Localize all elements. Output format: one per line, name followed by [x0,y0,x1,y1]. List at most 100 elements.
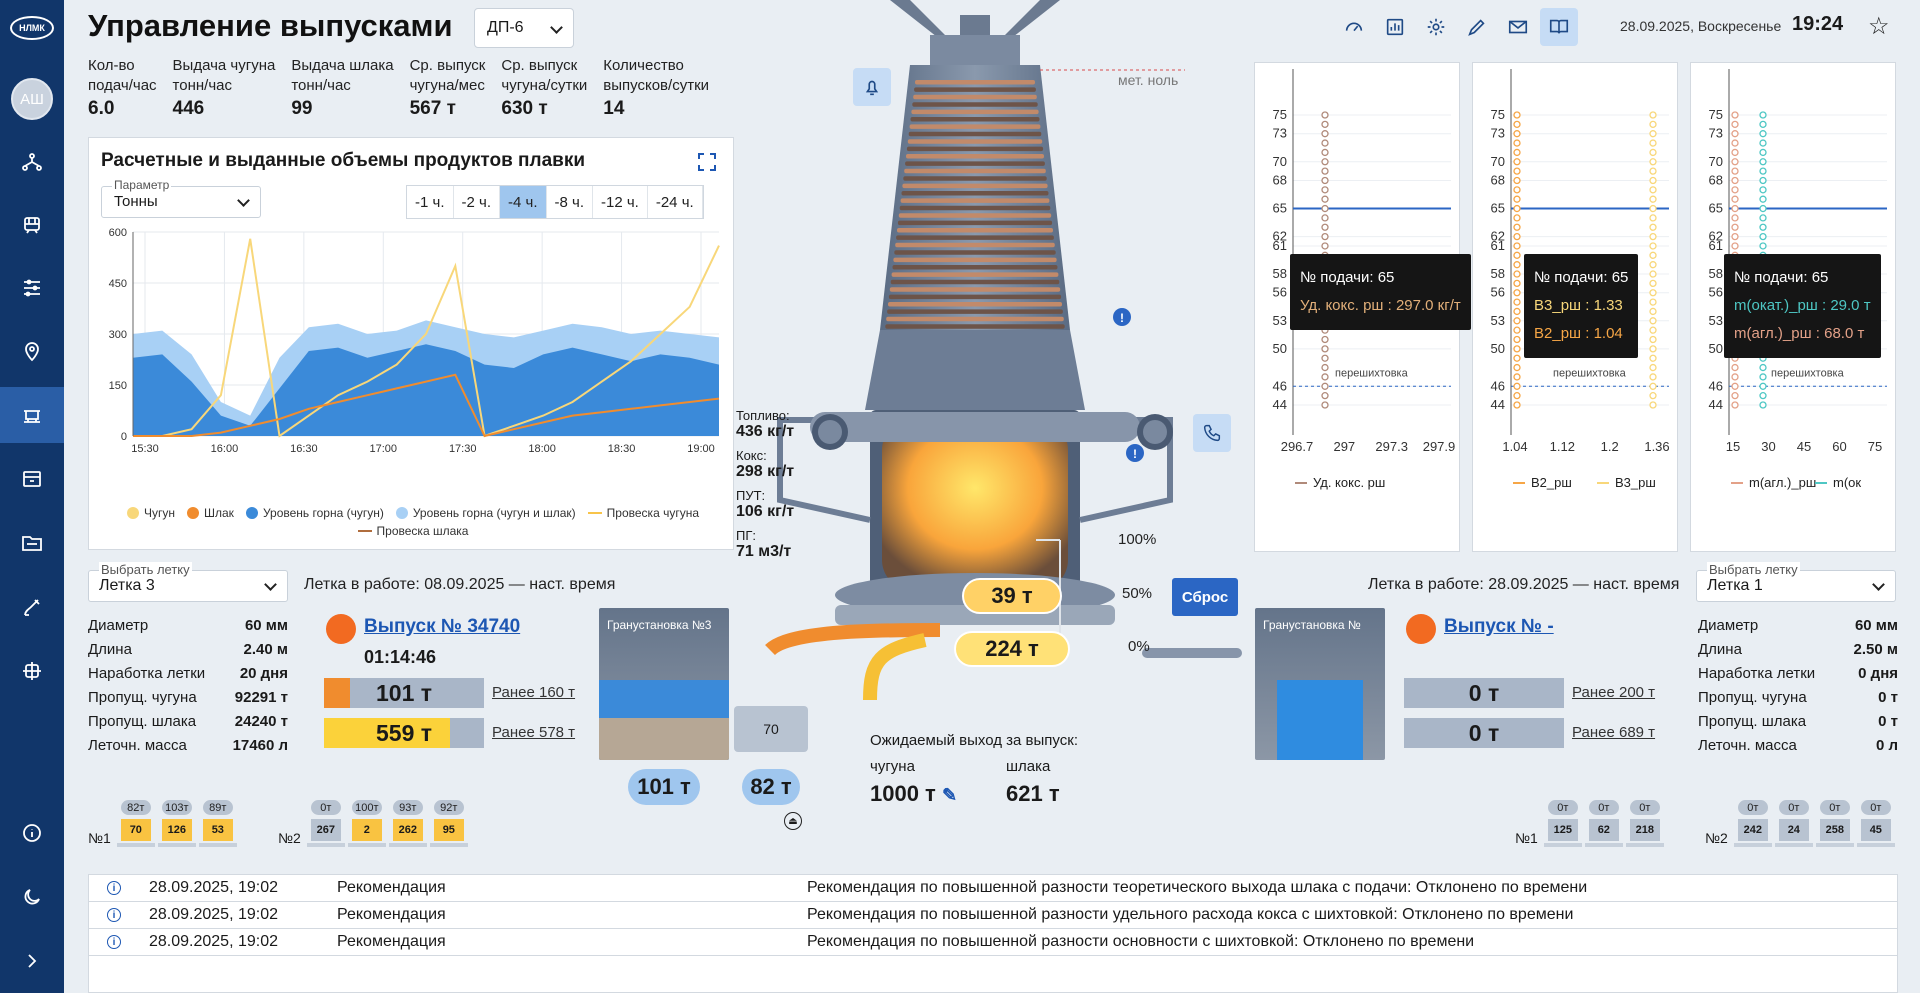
ladle-number: 95 [433,819,464,841]
x-tick-label: 296.7 [1281,439,1314,454]
sidebar-item-info[interactable] [0,805,64,861]
mail-button[interactable] [1499,8,1537,46]
ladle[interactable]: 0т 258 [1815,800,1854,848]
sidebar-item-crosshair[interactable] [0,643,64,699]
left-iron-earlier[interactable]: Ранее 578 т [492,724,575,741]
sidebar-item-settings[interactable] [0,260,64,316]
left-slag-earlier[interactable]: Ранее 160 т [492,684,575,701]
sidebar-item-theme[interactable] [0,869,64,925]
page-title: Управление выпусками [88,8,453,43]
user-avatar[interactable]: АШ [11,78,53,120]
burden-layer [897,220,1053,226]
table-row[interactable]: i 28.09.2025, 19:02 Рекомендация Рекомендац… [89,929,1897,956]
x-tick-label: 75 [1868,439,1882,454]
right-iron-earlier[interactable]: Ранее 689 т [1572,724,1655,741]
data-point [1649,326,1657,334]
ladle[interactable]: 0т 24 [1774,800,1813,848]
sidebar-item-releases[interactable] [0,387,64,443]
spec-value: 0 л [1875,737,1898,754]
tag-icon[interactable]: ⏏ [784,812,802,830]
ladle[interactable]: 100т 2 [347,800,386,848]
edit-icon[interactable]: ✎ [942,785,957,805]
hour-button-active[interactable]: -4 ч. [500,186,547,218]
y-tick-label: 75 [1709,107,1723,122]
ladle[interactable]: 92т 95 [429,800,468,848]
tip-line: Уд. кокс. рш : 297.0 кг/т [1300,297,1461,314]
data-point [1731,120,1739,129]
ladle[interactable]: 103т 126 [157,800,196,848]
hour-button[interactable]: -2 ч. [454,186,500,218]
hour-button[interactable]: -8 ч. [547,186,593,218]
furnace-select[interactable]: ДП-6 [474,8,574,48]
ladle-number: 218 [1629,819,1660,841]
left-taphole-select[interactable]: Выбрать летку Летка 3 [88,562,288,602]
data-point [1649,363,1657,372]
sidebar-item-location[interactable] [0,323,64,379]
ladle[interactable]: 0т 218 [1625,800,1664,848]
call-button[interactable] [1193,414,1231,452]
hour-button[interactable]: -24 ч. [648,186,703,218]
chart-button[interactable] [1376,8,1414,46]
ladle[interactable]: 0т 125 [1543,800,1582,848]
legend-item[interactable]: Уровень горна (чугун и шлак) [395,506,576,520]
chevron-right-icon [28,954,37,968]
sidebar-item-network[interactable] [0,134,64,190]
legend-item[interactable]: Чугун [126,506,175,520]
ladle[interactable]: 82т 70 [116,800,155,848]
ladle[interactable]: 89т 53 [198,800,237,848]
ladle[interactable]: 0т 267 [306,800,345,848]
ladle[interactable]: 0т 45 [1856,800,1895,848]
right-slag-earlier[interactable]: Ранее 200 т [1572,684,1655,701]
data-point [1513,326,1521,334]
legend-item[interactable]: Уровень горна (чугун) [245,506,384,520]
y-tick-label: 46 [1709,378,1723,393]
ladle[interactable]: 93т 262 [388,800,427,848]
sidebar-item-pour[interactable] [0,579,64,635]
settings-button[interactable] [1417,8,1455,46]
journal-button[interactable] [1540,8,1578,46]
table-row[interactable]: i 28.09.2025, 19:02 Рекомендация Рекомендац… [89,902,1897,929]
hour-button[interactable]: -12 ч. [593,186,648,218]
tip-line: № подачи: 65 [1534,269,1629,286]
burden-layer [885,324,1065,329]
burden-layer [887,309,1063,314]
legend-swatch [126,507,139,519]
legend-item[interactable]: Провеска чугуна [587,506,699,520]
pci-value: 106 кг/т [736,503,795,520]
burden-layer [906,146,1044,152]
expand-icon[interactable] [697,152,717,172]
data-point [1731,186,1739,194]
ladle[interactable]: 0т 242 [1733,800,1772,848]
data-point [1321,345,1329,353]
edit-button[interactable] [1458,8,1496,46]
expected-iron: чугуна 1000 т ✎ [870,758,957,807]
sidebar-item-archive[interactable] [0,451,64,507]
y-tick-label: 50 [1273,341,1287,356]
x-tick-label: 1.36 [1644,439,1669,454]
gas-value: 71 м3/т [736,543,792,560]
sidebar-item-folder[interactable] [0,515,64,571]
x-tick-label: 60 [1832,439,1846,454]
expected-label: чугуна [870,758,915,775]
spec-row: Длина 2.40 м [88,638,288,662]
sidebar-item-train[interactable] [0,197,64,253]
right-release-link[interactable]: Выпуск № - [1444,616,1554,638]
right-taphole-select[interactable]: Выбрать летку Летка 1 [1696,562,1896,602]
legend-item[interactable]: Шлак [187,506,234,520]
operator-button[interactable] [853,68,891,106]
param-select[interactable]: Параметр Тонны [101,178,261,218]
sidebar-expand[interactable] [0,933,64,989]
reset-button[interactable]: Сброс [1172,578,1238,616]
gauge-button[interactable] [1335,8,1373,46]
data-point [1649,289,1657,297]
data-point [1321,148,1329,157]
hour-button[interactable]: -1 ч. [407,186,454,218]
event-text: Рекомендация по повышенной разности удел… [807,906,1574,923]
ladle-base [1625,843,1664,847]
x-tick-label: 15 [1726,439,1740,454]
legend-item[interactable]: Провеска шлака [357,524,468,538]
left-release-link[interactable]: Выпуск № 34740 [364,616,520,638]
table-row[interactable]: i 28.09.2025, 19:02 Рекомендация Рекомендац… [89,875,1897,902]
star-icon[interactable]: ☆ [1868,12,1890,41]
ladle[interactable]: 0т 62 [1584,800,1623,848]
